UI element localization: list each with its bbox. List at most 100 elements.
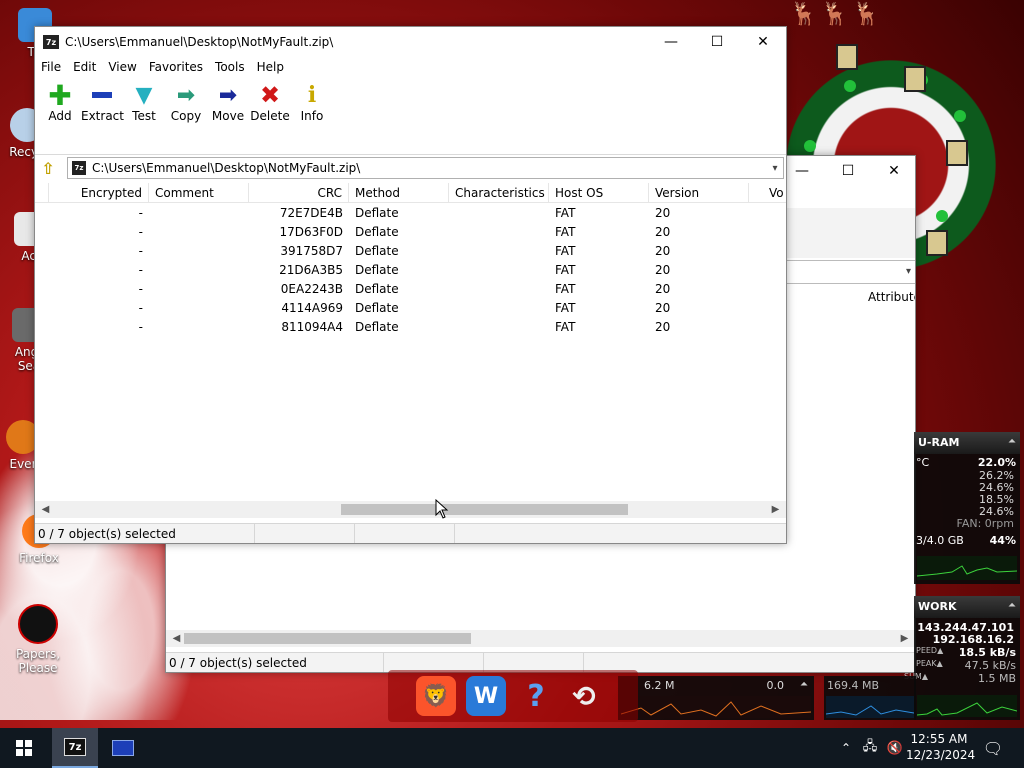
sum-row: SUM▲ 1.5 MB	[904, 672, 1020, 685]
wise-care-icon[interactable]: W	[466, 676, 506, 716]
table-row[interactable]: - 72E7DE4B Deflate FAT 20	[35, 204, 786, 223]
status-selection: 0 / 7 object(s) selected	[166, 653, 384, 672]
up-folder-icon[interactable]: ⇧	[35, 157, 61, 179]
close-button[interactable]: ✕	[871, 156, 915, 186]
test-label: Test	[132, 109, 156, 123]
table-row[interactable]: - 21D6A3B5 Deflate FAT 20	[35, 261, 786, 280]
start-button[interactable]	[0, 728, 48, 768]
column-header-volume[interactable]: Vo	[763, 183, 786, 203]
menu-bar: File Edit View Favorites Tools Help	[35, 57, 786, 77]
archive-window[interactable]: 7z C:\Users\Emmanuel\Desktop\NotMyFault.…	[34, 26, 787, 544]
taskbar-7zip-button[interactable]: 7z	[52, 728, 98, 768]
test-button[interactable]: ▼ Test	[123, 81, 165, 124]
chevron-down-icon[interactable]: ▾	[767, 163, 783, 174]
delete-button[interactable]: ✖ Delete	[249, 81, 291, 123]
menu-favorites[interactable]: Favorites	[143, 60, 209, 74]
cell-method: Deflate	[355, 225, 399, 239]
minus-icon	[81, 81, 123, 109]
maximize-button[interactable]: ☐	[694, 27, 740, 57]
column-header-host-os[interactable]: Host OS	[549, 183, 649, 203]
cell-version: 20	[655, 320, 671, 334]
clock[interactable]: 12:55 AM 12/23/2024	[906, 732, 975, 762]
network-down-gadget[interactable]: 169.4 MB	[824, 676, 916, 720]
column-header-characteristics[interactable]: Characteristics	[449, 183, 549, 203]
column-header-blank[interactable]	[35, 183, 49, 203]
maximize-button[interactable]: ☐	[825, 156, 871, 186]
address-field[interactable]: 7z C:\Users\Emmanuel\Desktop\NotMyFault.…	[67, 157, 784, 179]
move-button[interactable]: ➡ Move	[207, 81, 249, 124]
tray-chevron-icon[interactable]: ⌃	[836, 728, 856, 768]
cell-crc: 4114A969	[281, 301, 343, 315]
column-header-crc[interactable]: CRC	[249, 183, 349, 203]
network-tray-icon[interactable]: 🖧	[858, 728, 882, 768]
wreath-ornament	[954, 110, 966, 122]
gadget-collapse-icon[interactable]: ⏶	[1008, 436, 1016, 447]
info-label: Info	[300, 109, 324, 123]
brave-browser-icon[interactable]: 🦁	[416, 676, 456, 716]
cell-method: Deflate	[355, 301, 399, 315]
scroll-thumb[interactable]	[341, 504, 628, 515]
menu-edit[interactable]: Edit	[67, 60, 102, 74]
table-row[interactable]: - 4114A969 Deflate FAT 20	[35, 299, 786, 318]
extract-button[interactable]: Extract	[81, 81, 124, 123]
info-button[interactable]: i Info	[291, 81, 333, 123]
taskbar-app-button[interactable]	[100, 728, 146, 768]
table-row[interactable]: - 811094A4 Deflate FAT 20	[35, 318, 786, 337]
close-button[interactable]: ✕	[740, 27, 786, 57]
gadget-collapse-icon[interactable]: ⏶	[800, 679, 808, 690]
desktop-icon-label: Firefox	[19, 551, 59, 565]
minimize-button[interactable]: —	[648, 27, 694, 57]
cell-version: 20	[655, 301, 671, 315]
column-header-attributes[interactable]: Attribute	[868, 290, 915, 304]
wreath-ornament	[804, 140, 816, 152]
sum-value: 1.5 MB	[977, 672, 1016, 685]
cell-comment	[149, 242, 249, 261]
cell-comment	[149, 261, 249, 280]
add-button[interactable]: ✚ Add	[39, 79, 81, 124]
scroll-left-arrow[interactable]: ◀	[168, 630, 185, 647]
column-header-method[interactable]: Method	[349, 183, 449, 203]
sync-icon[interactable]: ⟲	[564, 676, 604, 716]
column-header-encrypted[interactable]: Encrypted	[49, 183, 149, 203]
gadget-collapse-icon[interactable]: ⏶	[1008, 600, 1016, 611]
column-header-version[interactable]: Version	[649, 183, 749, 203]
desktop-icon-papers-please[interactable]: Papers, Please	[3, 604, 73, 675]
menu-view[interactable]: View	[102, 60, 142, 74]
menu-tools[interactable]: Tools	[209, 60, 251, 74]
7zip-taskbar-icon: 7z	[64, 738, 86, 756]
help-icon[interactable]: ?	[516, 676, 556, 716]
horizontal-scrollbar[interactable]: ◀ ▶	[166, 630, 915, 647]
back-address-dropdown[interactable]: ▾	[786, 260, 915, 284]
window-title: C:\Users\Emmanuel\Desktop\NotMyFault.zip…	[65, 35, 334, 49]
cell-comment	[149, 223, 249, 242]
table-row[interactable]: - 0EA2243B Deflate FAT 20	[35, 280, 786, 299]
cpu-row: °C 22.0%	[914, 454, 1020, 470]
table-row[interactable]: - 391758D7 Deflate FAT 20	[35, 242, 786, 261]
scroll-right-arrow[interactable]: ▶	[896, 630, 913, 647]
cell-characteristics	[449, 242, 549, 261]
scroll-right-arrow[interactable]: ▶	[767, 501, 784, 518]
menu-file[interactable]: File	[35, 60, 67, 74]
table-row[interactable]: - 17D63F0D Deflate FAT 20	[35, 223, 786, 242]
cell-encrypted: -	[138, 301, 143, 315]
horizontal-scrollbar[interactable]: ◀ ▶	[35, 501, 786, 518]
disk-gadget[interactable]: 6.2 M 0.0 ⏶	[618, 676, 814, 720]
scroll-thumb[interactable]	[184, 633, 471, 644]
column-header-comment[interactable]: Comment	[149, 183, 249, 203]
desktop-icon-label: Ever	[9, 457, 37, 471]
cell-encrypted: -	[138, 225, 143, 239]
cell-host-os: FAT	[555, 320, 576, 334]
scroll-left-arrow[interactable]: ◀	[37, 501, 54, 518]
delete-label: Delete	[250, 109, 290, 123]
address-text[interactable]: C:\Users\Emmanuel\Desktop\NotMyFault.zip…	[92, 161, 767, 175]
wreath-ornament	[936, 210, 948, 222]
cell-version: 20	[655, 206, 671, 220]
volume-muted-icon[interactable]: 🔇	[884, 728, 906, 768]
notification-center-icon[interactable]: 🗨	[978, 728, 1008, 768]
arrow-right-icon: ➡	[218, 82, 238, 108]
menu-help[interactable]: Help	[251, 60, 290, 74]
cpu-ram-gadget[interactable]: U-RAM ⏶ °C 22.0% 26.2% 24.6% 18.5% 24.6%…	[914, 432, 1020, 584]
local-ip: 192.168.16.2	[932, 633, 1014, 646]
network-gadget[interactable]: WORK ⏶ 143.244.47.101 192.168.16.2 PEED▲…	[904, 596, 1020, 720]
copy-button[interactable]: ➡ Copy	[165, 81, 207, 124]
